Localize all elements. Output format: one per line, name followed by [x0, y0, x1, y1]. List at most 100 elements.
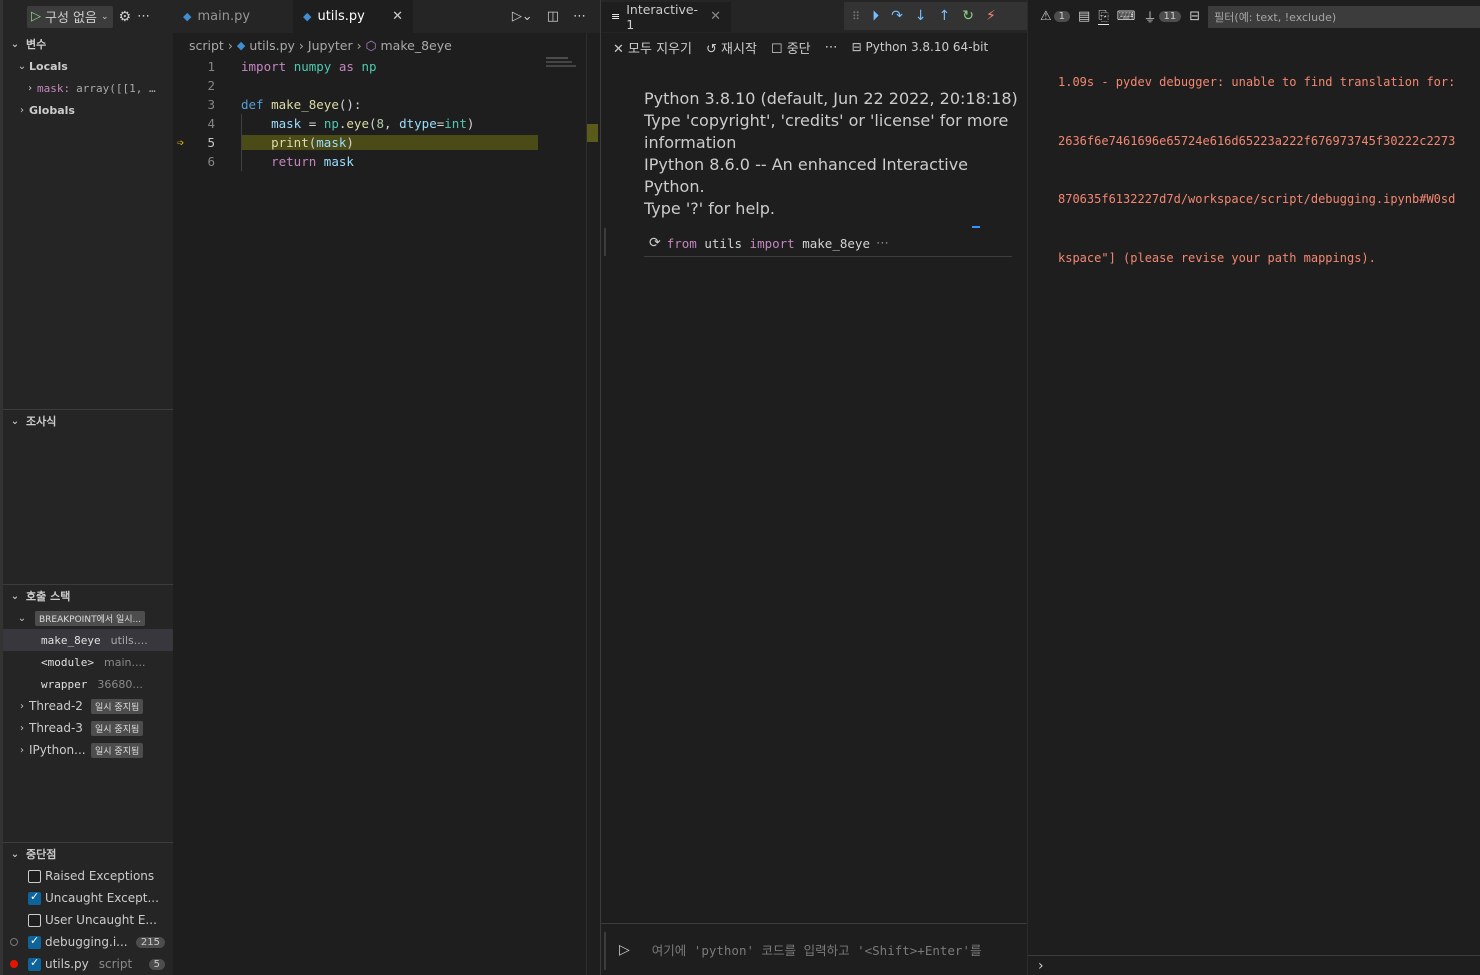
step-into-icon[interactable]: ↓ [915, 8, 927, 24]
ports-badge: 11 [1158, 11, 1182, 22]
run-icon[interactable]: ▷⌄ [512, 9, 533, 24]
chevron-right-icon: › [1038, 957, 1044, 974]
exception-breakpoint[interactable]: Raised Exceptions [3, 865, 173, 887]
tab-label: Interactive-1 [626, 1, 699, 32]
clear-all-button[interactable]: ✕ 모두 지우기 [613, 38, 692, 57]
code-line: 6 return mask [173, 152, 600, 171]
file-breakpoint[interactable]: utils.py script 5 [3, 953, 173, 975]
more-actions-icon[interactable]: ⋯ [137, 9, 150, 24]
checkbox-checked[interactable] [28, 890, 41, 905]
restart-icon[interactable]: ↻ [962, 8, 974, 24]
code-area[interactable]: 1 import numpy as np 2 3 def make_8eye()… [173, 57, 600, 171]
cube-icon: ⬡ [365, 37, 377, 53]
run-cell-icon[interactable]: ▷ [619, 942, 630, 958]
cell-code: from utils import make_8eye [667, 236, 870, 251]
locals-scope[interactable]: ⌄ Locals [3, 55, 173, 77]
tab-label: main.py [197, 9, 251, 24]
thread-item[interactable]: › Thread-3 일시 중지됨 [3, 717, 173, 739]
breakpoint-folder: script [98, 957, 133, 971]
console-line: 1.09s - pydev debugger: unable to find t… [1058, 75, 1456, 89]
tab-interactive-1[interactable]: ≡ Interactive-1 ✕ [601, 1, 731, 32]
console-input[interactable]: › [1028, 955, 1480, 975]
disconnect-icon[interactable]: ⚡ [986, 8, 996, 24]
breadcrumb-item[interactable]: script [189, 38, 224, 53]
frame-name: <module> [41, 655, 94, 669]
gear-icon[interactable]: ⚙ [119, 9, 132, 25]
breadcrumb-item[interactable]: utils.py [249, 38, 295, 53]
warning-icon[interactable]: ⚠ [1040, 9, 1052, 24]
breakpoint-label: Uncaught Except... [45, 891, 159, 905]
continue-icon[interactable]: ⏵ [872, 8, 879, 24]
exception-breakpoint[interactable]: Uncaught Except... [3, 887, 173, 909]
more-actions-icon[interactable]: ⋯ [825, 40, 838, 55]
start-debug-icon[interactable]: ▷ [31, 9, 41, 24]
chevron-right-icon: › [20, 744, 24, 756]
more-icon[interactable]: ⋯ [876, 236, 889, 251]
input-box[interactable]: ▷ 여기에 'python' 코드를 입력하고 '<Shift>+Enter'를 [601, 923, 1028, 975]
more-actions-icon[interactable]: ⋯ [573, 9, 586, 24]
close-icon[interactable]: ✕ [392, 9, 403, 24]
globals-label: Globals [29, 103, 75, 117]
checkbox-checked[interactable] [28, 934, 41, 949]
breadcrumb-item[interactable]: make_8eye [381, 38, 452, 53]
running-spinner-icon: ⟳ [649, 235, 661, 251]
variables-title: 변수 [26, 38, 47, 51]
code-text: import numpy as np [241, 59, 377, 74]
drag-handle-icon[interactable]: ⠿ [852, 10, 860, 23]
code-input-placeholder: 여기에 'python' 코드를 입력하고 '<Shift>+Enter'를 [651, 943, 982, 958]
interrupt-button[interactable]: ☐ 중단 [771, 38, 811, 57]
cell-keyword: import [749, 235, 795, 251]
output-icon[interactable]: ▤ [1078, 9, 1090, 24]
config-label: 구성 없음 [45, 11, 97, 26]
checkbox-checked[interactable] [28, 956, 41, 971]
step-out-icon[interactable]: ↑ [939, 8, 951, 24]
stack-frame[interactable]: make_8eye utils.... [3, 629, 173, 651]
file-breakpoint[interactable]: debugging.i... 215 [3, 931, 173, 953]
step-over-icon[interactable]: ↷ [891, 8, 903, 24]
breakpoint-line-badge: 215 [135, 936, 165, 948]
notebook-icon[interactable]: ⊟ [1189, 9, 1200, 24]
debug-console-icon[interactable]: ⎘ [1098, 9, 1109, 25]
exception-breakpoint[interactable]: User Uncaught E... [3, 909, 173, 931]
breakpoints-section-header[interactable]: ⌄ 중단점 [3, 843, 173, 865]
stack-frame[interactable]: <module> main.... [3, 651, 173, 673]
code-text: def make_8eye(): [241, 97, 362, 112]
kernel-picker[interactable]: ⊟ Python 3.8.10 64-bit [852, 40, 989, 54]
restart-button[interactable]: ↺ 재시작 [706, 38, 757, 57]
thread-item[interactable]: › Thread-2 일시 중지됨 [3, 695, 173, 717]
callstack-section-header[interactable]: ⌄ 호출 스택 [3, 585, 173, 607]
paused-thread[interactable]: ⌄ BREAKPOINT에서 일시... [3, 607, 173, 629]
stack-frame[interactable]: wrapper 36680... [3, 673, 173, 695]
checkbox[interactable] [28, 869, 41, 883]
breadcrumb-item[interactable]: Jupyter [308, 38, 353, 53]
watch-section-header[interactable]: ⌄ 조사식 [3, 410, 173, 432]
ports-icon[interactable]: ⏚ [1144, 7, 1157, 26]
variable-mask[interactable]: › mask: array([[1, … [3, 77, 173, 99]
list-icon: ≡ [611, 10, 621, 23]
tab-utils-py[interactable]: ◆ utils.py ✕ [293, 0, 413, 33]
close-icon[interactable]: ✕ [710, 9, 721, 24]
split-editor-icon[interactable]: ◫ [547, 9, 559, 24]
breakpoint-line-badge: 5 [148, 958, 165, 970]
variable-value: array([[1, … [76, 81, 156, 95]
console-output: 1.09s - pydev debugger: unable to find t… [1028, 34, 1480, 307]
minimap[interactable] [546, 57, 586, 69]
debug-toolbar-floating: ⠿ ⏵ ↷ ↓ ↑ ↻ ⚡ [844, 2, 1028, 30]
tab-main-py[interactable]: ◆ main.py [173, 0, 293, 33]
checkbox[interactable] [28, 913, 41, 927]
filter-input[interactable]: 필터(예: text, !exclude) [1208, 5, 1480, 28]
code-cell[interactable]: ⟳ from utils import make_8eye ⋯ [644, 230, 1012, 257]
thread-item[interactable]: › IPython... 일시 중지됨 [3, 739, 173, 761]
globals-scope[interactable]: › Globals [3, 99, 173, 121]
console-line: 870635f6132227d7d/workspace/script/debug… [1058, 192, 1456, 206]
close-icon: ✕ [613, 41, 624, 57]
debug-config-select[interactable]: ▷ 구성 없음 ⌄ [27, 5, 113, 28]
code-text: print(mask) [241, 135, 538, 150]
frame-name: wrapper [41, 677, 88, 691]
variables-section-header[interactable]: ⌄ 변수 [3, 33, 173, 55]
line-number: 2 [207, 78, 215, 93]
code-line: 1 import numpy as np [173, 57, 600, 76]
interactive-window: ≡ Interactive-1 ✕ ⠿ ⏵ ↷ ↓ ↑ ↻ ⚡ ✕ 모두 지우기… [600, 0, 1028, 975]
scrollbar-track[interactable] [586, 33, 587, 975]
terminal-icon[interactable]: ⌨ [1117, 9, 1136, 24]
